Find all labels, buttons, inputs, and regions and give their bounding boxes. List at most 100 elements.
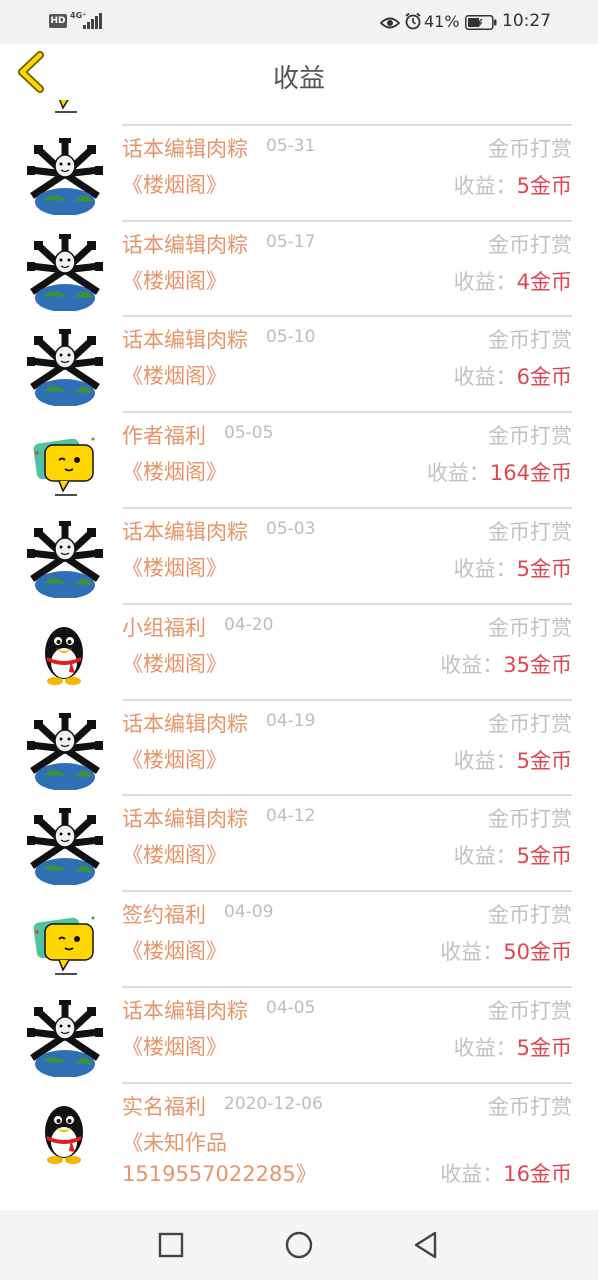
work-title: 《楼烟阁》 — [122, 555, 227, 580]
income-label: 收益： — [453, 269, 517, 294]
avatar-icon — [25, 327, 104, 407]
home-icon[interactable] — [285, 1231, 313, 1263]
income-amount: 收益：5金币 — [454, 170, 572, 200]
reward-type: 金币打赏 — [488, 328, 572, 353]
income-row[interactable]: 《楼烟阁》 收益：88金币 — [0, 100, 598, 126]
work-title: 《楼烟阁》 — [122, 651, 227, 676]
avatar-icon — [25, 231, 104, 311]
back-icon[interactable] — [413, 1231, 439, 1263]
avatar-icon — [25, 135, 104, 215]
work-title: 《楼烟阁》 — [122, 100, 372, 105]
eye-comfort-icon — [379, 15, 401, 34]
avatar-icon — [25, 710, 104, 790]
reward-date: 04-05 — [266, 997, 316, 1018]
income-label: 收益： — [440, 940, 504, 965]
reward-date: 04-12 — [266, 806, 316, 827]
avatar-icon — [25, 806, 104, 886]
reward-type: 金币打赏 — [488, 903, 572, 928]
income-label: 收益： — [453, 844, 517, 869]
reward-date: 05-03 — [266, 518, 316, 539]
income-row[interactable]: 话本编辑肉粽 04-19 金币打赏《楼烟阁》 收益：5金币 — [0, 701, 598, 797]
income-value: 88金币 — [503, 100, 572, 102]
income-value: 16金币 — [503, 1161, 572, 1186]
income-label: 收益： — [440, 1161, 504, 1186]
reward-type: 金币打赏 — [488, 136, 572, 161]
income-row[interactable]: 小组福利 04-20 金币打赏 《楼烟阁》 收益：35金币 — [0, 605, 598, 701]
reward-type: 金币打赏 — [488, 519, 572, 544]
income-label: 收益： — [453, 365, 517, 390]
sender-name: 小组福利 — [122, 615, 206, 640]
income-label: 收益： — [453, 556, 517, 581]
avatar-icon — [25, 997, 104, 1077]
reward-date: 2020-12-06 — [224, 1093, 323, 1114]
income-value: 164金币 — [489, 461, 572, 486]
avatar-icon — [25, 100, 104, 119]
sender-name: 话本编辑肉粽 — [122, 232, 248, 257]
income-row[interactable]: 话本编辑肉粽 05-17 金币打赏《楼烟阁》 收益：4金币 — [0, 222, 598, 318]
income-label: 收益： — [440, 652, 504, 677]
income-row[interactable]: 话本编辑肉粽 04-05 金币打赏 《楼烟阁》 收益：5金币 — [0, 988, 598, 1084]
work-title: 《楼烟阁》 — [122, 460, 227, 485]
system-nav-bar — [0, 1210, 598, 1280]
reward-date: 04-09 — [224, 902, 274, 923]
income-row[interactable]: 话本编辑肉粽 05-10 金币打赏 《楼烟阁》 收益：6金币 — [0, 317, 598, 414]
income-row[interactable]: 话本编辑肉粽 05-31 金币打赏 《楼烟阁》 收益：5金币 — [0, 126, 598, 222]
sender-name: 作者福利 — [122, 424, 206, 449]
recent-apps-icon[interactable] — [158, 1232, 184, 1262]
reward-type: 金币打赏 — [488, 998, 572, 1023]
sender-name: 话本编辑肉粽 — [122, 998, 248, 1023]
reward-type: 金币打赏 — [488, 232, 572, 257]
sender-name: 话本编辑肉粽 — [122, 807, 248, 832]
reward-date: 05-31 — [266, 135, 316, 156]
status-bar: HD 4G⁺ 41% 10:27 — [0, 0, 598, 44]
income-amount: 收益：5金币 — [454, 553, 572, 583]
income-row[interactable]: 话本编辑肉粽 05-03 金币打赏 《楼烟阁》 收益：5金币 — [0, 509, 598, 605]
income-label: 收益： — [453, 173, 517, 198]
work-title: 《楼烟阁》 — [122, 843, 227, 868]
work-title: 《楼烟阁》 — [122, 364, 227, 389]
income-amount: 收益：4金币 — [454, 266, 572, 296]
page-title: 收益 — [272, 64, 325, 94]
income-row[interactable]: 实名福利 2020-12-06 金币打赏《未知作品1519557022285》收益：… — [0, 1084, 598, 1210]
income-list[interactable]: 《楼烟阁》收益：88金币话本编辑肉粽05-31金币打赏《楼烟阁》收益：5金币话本… — [0, 100, 598, 1210]
hd-badge: HD — [49, 14, 67, 28]
work-title: 《楼烟阁》 — [122, 1034, 227, 1059]
income-amount: 收益：5金币 — [454, 745, 572, 775]
reward-date: 05-17 — [266, 231, 316, 252]
income-value: 5金币 — [516, 844, 572, 869]
income-value: 5金币 — [516, 748, 572, 773]
work-title: 《楼烟阁》 — [122, 939, 227, 964]
income-label: 收益： — [453, 748, 517, 773]
sender-name: 话本编辑肉粽 — [122, 328, 248, 353]
income-amount: 收益：35金币 — [440, 649, 572, 679]
battery-percent: 41% — [424, 12, 460, 31]
avatar-icon — [25, 902, 104, 982]
avatar-icon — [25, 518, 104, 598]
income-row[interactable]: 话本编辑肉粽 04-12 金币打赏 《楼烟阁》 收益：5金币 — [0, 796, 598, 893]
reward-date: 04-20 — [224, 614, 274, 635]
income-value: 5金币 — [516, 556, 572, 581]
reward-date: 04-19 — [266, 710, 316, 731]
income-value: 4金币 — [516, 269, 572, 294]
income-amount: 收益：88金币 — [440, 100, 572, 104]
sender-name: 实名福利 — [122, 1094, 206, 1119]
income-amount: 收益：50金币 — [440, 936, 572, 966]
reward-type: 金币打赏 — [488, 1094, 572, 1119]
income-value: 5金币 — [516, 1035, 572, 1060]
income-row[interactable]: 作者福利 05-05 金币打赏 《楼烟阁》 收益：164金币 — [0, 413, 598, 509]
income-label: 收益： — [426, 461, 490, 486]
reward-date: 05-10 — [266, 327, 316, 348]
work-title: 《未知作品1519557022285》 — [122, 1130, 317, 1186]
avatar-icon — [25, 614, 104, 694]
work-title: 《楼烟阁》 — [122, 172, 227, 197]
income-amount: 收益：5金币 — [454, 840, 572, 870]
work-title: 《楼烟阁》 — [122, 747, 227, 772]
work-title: 《楼烟阁》 — [122, 268, 227, 293]
avatar-icon — [25, 1093, 104, 1173]
sender-name: 话本编辑肉粽 — [122, 711, 248, 736]
sender-name: 签约福利 — [122, 903, 206, 928]
signal-icon — [83, 13, 103, 33]
reward-type: 金币打赏 — [488, 711, 572, 736]
income-row[interactable]: 签约福利 04-09 金币打赏《楼烟阁》 收益：50金币 — [0, 892, 598, 988]
income-list-inner: 《楼烟阁》收益：88金币话本编辑肉粽05-31金币打赏《楼烟阁》收益：5金币话本… — [0, 100, 598, 1210]
